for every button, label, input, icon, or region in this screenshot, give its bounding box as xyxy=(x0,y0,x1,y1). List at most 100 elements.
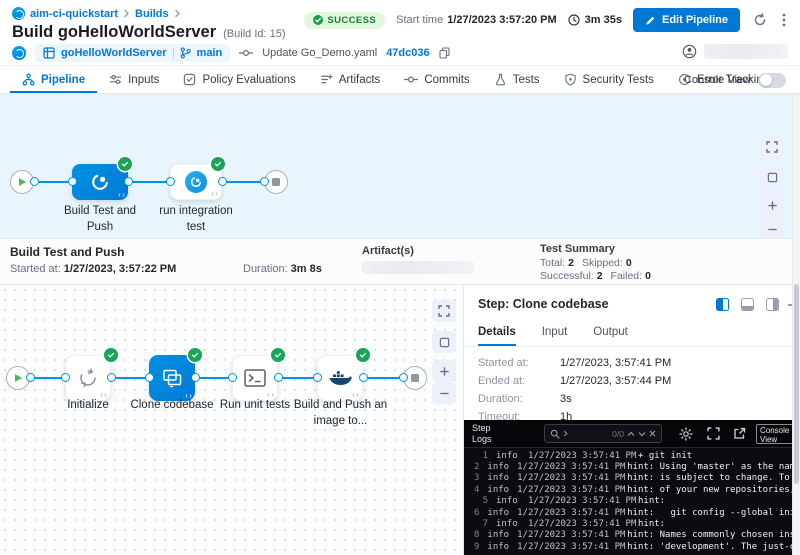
graph-connector-dot xyxy=(218,177,227,186)
canvas-reset-button[interactable] xyxy=(432,331,456,353)
artifacts-list-icon xyxy=(320,73,333,86)
page-scrollbar-track xyxy=(792,94,800,555)
log-line: 8info1/27/2023 3:57:41 PMhint: Names com… xyxy=(464,530,800,541)
ci-stage-icon xyxy=(89,171,111,193)
title-row: Build goHelloWorldServer (Build Id: 15) xyxy=(12,23,286,42)
run-meta: SUCCESS Start time1/27/2023 3:57:20 PM 3… xyxy=(304,8,788,32)
log-line: 1info1/27/2023 3:57:41 PM+ git init xyxy=(464,450,800,461)
tab-pipeline[interactable]: Pipeline xyxy=(10,66,97,93)
tab-artifacts[interactable]: Artifacts xyxy=(308,66,393,93)
step-label[interactable]: Clone codebase xyxy=(127,398,217,414)
layout-right-panel-icon[interactable] xyxy=(766,298,779,311)
step-node-clone-codebase[interactable] xyxy=(149,355,195,401)
layout-bottom-panel-icon[interactable] xyxy=(741,298,754,311)
step-label[interactable]: Initialize xyxy=(43,398,133,414)
commit-icon xyxy=(404,73,418,86)
log-search-input[interactable]: 0/0 xyxy=(544,424,662,443)
more-menu-button[interactable] xyxy=(780,11,788,29)
log-settings-gear-icon[interactable] xyxy=(679,427,693,441)
policy-check-icon xyxy=(183,73,196,86)
graph-connector-dot xyxy=(61,373,70,382)
tab-input[interactable]: Input xyxy=(542,323,568,346)
tab-inputs[interactable]: Inputs xyxy=(97,66,171,93)
layout-left-panel-icon[interactable] xyxy=(716,298,729,311)
artifacts-label: Artifact(s) xyxy=(362,245,414,257)
step-node-run-unit-tests[interactable] xyxy=(232,355,278,401)
page-scrollbar-thumb[interactable] xyxy=(794,284,799,484)
step-details-panel: Step: Clone codebase Details Input Outpu… xyxy=(464,285,800,420)
canvas-fit-button[interactable] xyxy=(760,136,784,158)
canvas-reset-button[interactable] xyxy=(760,166,784,188)
branch-name: main xyxy=(197,47,223,59)
chevron-up-icon[interactable] xyxy=(627,431,635,437)
graph-connector-dot xyxy=(191,373,200,382)
graph-edge xyxy=(278,377,317,379)
integration-stage-icon xyxy=(185,171,207,193)
step-panel-tabs: Details Input Output xyxy=(464,323,800,347)
test-summary-row-1: Total:2Skipped:0 xyxy=(540,257,640,269)
git-branch-icon xyxy=(180,47,191,59)
tab-tests[interactable]: Tests xyxy=(482,66,552,93)
graph-connector-dot xyxy=(145,373,154,382)
step-panel-title: Step: Clone codebase xyxy=(478,297,609,311)
tab-details[interactable]: Details xyxy=(478,323,516,346)
log-fullscreen-icon[interactable] xyxy=(707,427,720,440)
zoom-in-button[interactable] xyxy=(760,194,784,216)
prompt-caret-icon xyxy=(563,430,568,437)
step-label[interactable]: Run unit tests xyxy=(210,398,300,414)
step-label[interactable]: Build and Push an image to... xyxy=(293,398,388,429)
log-line: 2info1/27/2023 3:57:41 PMhint: Using 'ma… xyxy=(464,461,800,472)
tab-security-tests[interactable]: Security Tests xyxy=(552,66,666,93)
stage-success-badge xyxy=(211,157,225,171)
stage-details-band: Build Test and Push Started at:1/27/2023… xyxy=(0,238,800,285)
log-line: 9info1/27/2023 3:57:41 PMhint: 'developm… xyxy=(464,541,800,552)
tab-output[interactable]: Output xyxy=(593,323,628,346)
field-label: Ended at: xyxy=(478,375,525,387)
zoom-out-button[interactable] xyxy=(760,218,784,240)
tab-policy-evaluations[interactable]: Policy Evaluations xyxy=(171,66,307,93)
stage-started-at: Started at:1/27/2023, 3:57:22 PM xyxy=(10,263,176,275)
log-line: 6info1/27/2023 3:57:41 PMhint: git confi… xyxy=(464,507,800,518)
commit-message: Update Go_Demo.yaml xyxy=(262,47,377,59)
code-icon xyxy=(211,191,218,197)
tab-commits[interactable]: Commits xyxy=(392,66,481,93)
stage-label[interactable]: Build Test and Push xyxy=(55,204,145,235)
redacted-artifact-value xyxy=(362,261,474,274)
graph-edge xyxy=(222,181,264,183)
divider xyxy=(173,47,174,59)
zoom-in-button[interactable] xyxy=(432,360,456,382)
commit-sha-link[interactable]: 47dc036 xyxy=(386,47,429,59)
zoom-out-button[interactable] xyxy=(432,382,456,404)
canvas-fit-button[interactable] xyxy=(432,300,456,322)
user-icon xyxy=(682,44,697,59)
refresh-button[interactable] xyxy=(751,11,769,29)
close-icon[interactable] xyxy=(649,430,656,437)
edit-pipeline-button[interactable]: Edit Pipeline xyxy=(633,8,740,32)
breadcrumb-builds-link[interactable]: Builds xyxy=(135,8,169,20)
code-icon xyxy=(118,192,125,198)
chevron-down-icon[interactable] xyxy=(638,431,646,437)
log-open-external-icon[interactable] xyxy=(733,427,746,440)
search-match-count: 0/0 xyxy=(612,429,624,439)
tab-label: Policy Evaluations xyxy=(202,74,295,86)
console-view-toggle[interactable] xyxy=(758,73,786,88)
step-node-build-and-push[interactable] xyxy=(317,355,363,401)
terminal-icon xyxy=(243,367,267,389)
graph-connector-dot xyxy=(124,177,133,186)
step-node-initialize[interactable] xyxy=(65,355,111,401)
copy-icon[interactable] xyxy=(439,47,450,59)
graph-connector-dot xyxy=(313,373,322,382)
graph-connector-dot xyxy=(26,373,35,382)
stage-label[interactable]: run integration test xyxy=(151,204,241,235)
status-badge: SUCCESS xyxy=(304,12,385,29)
console-view-label: Console View xyxy=(684,74,751,86)
initialize-sync-icon xyxy=(77,367,99,389)
pencil-icon xyxy=(645,15,656,26)
page-header: aim-ci-quickstart Builds SUCCESS Start t… xyxy=(0,0,800,66)
breadcrumb-project-link[interactable]: aim-ci-quickstart xyxy=(30,8,118,20)
kebab-menu-icon xyxy=(782,13,786,27)
repo-branch-badge[interactable]: goHelloWorldServer main xyxy=(35,44,230,62)
stop-icon xyxy=(411,374,419,382)
repository-icon xyxy=(43,47,55,59)
graph-edge xyxy=(111,377,149,379)
